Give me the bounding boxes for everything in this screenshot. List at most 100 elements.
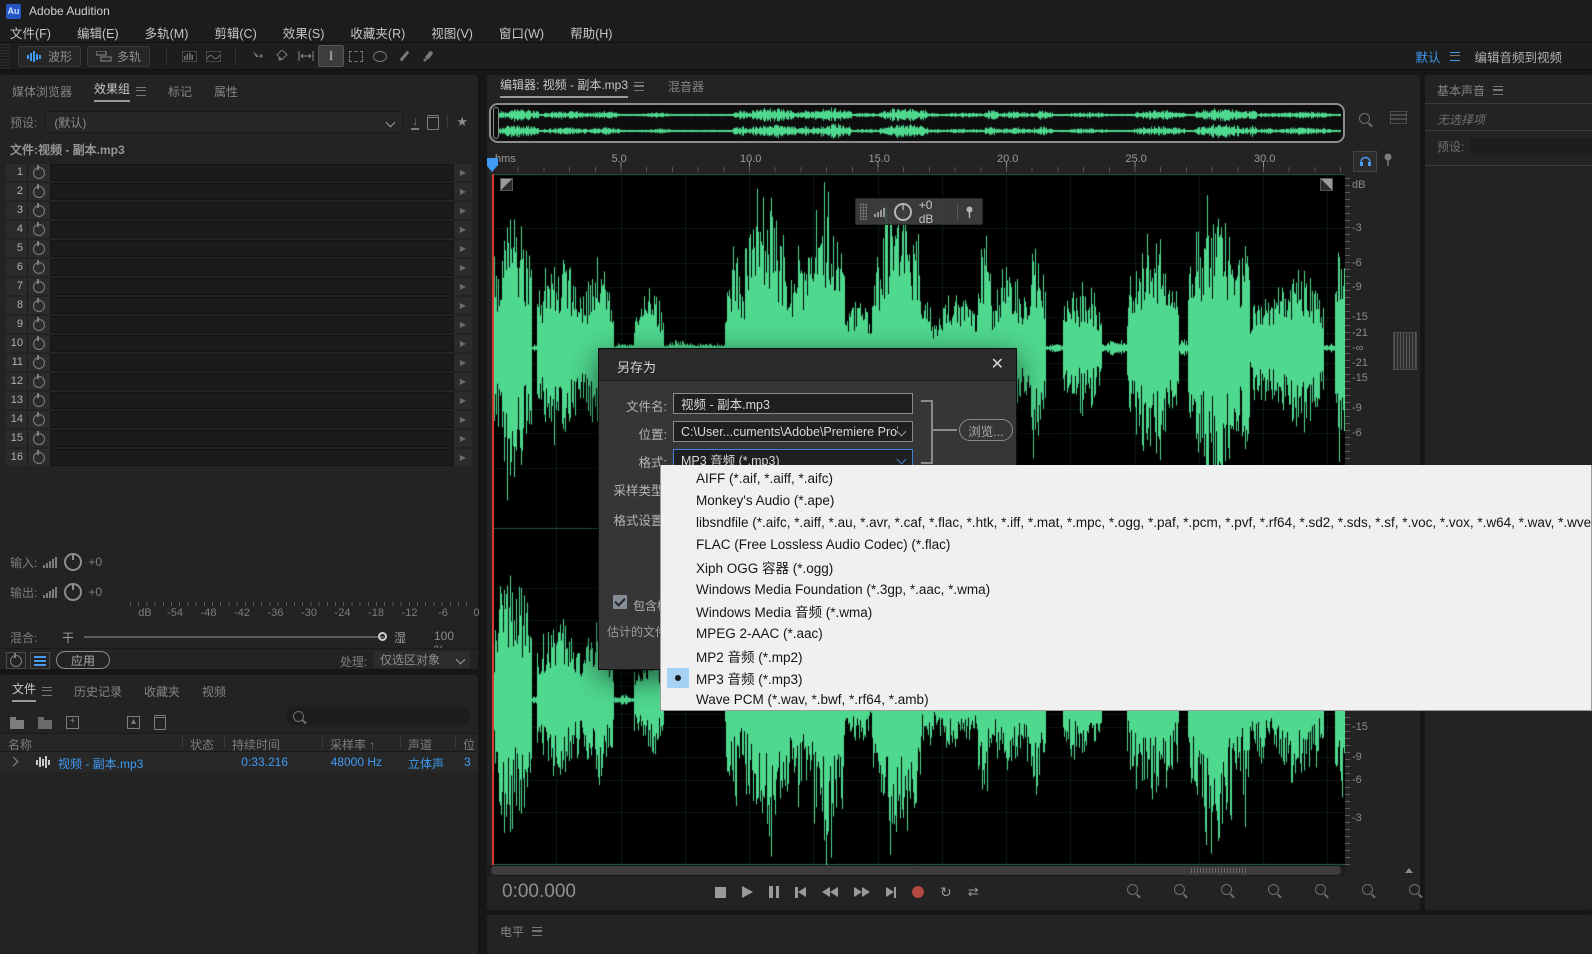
filename-input[interactable]: 视频 - 副本.mp3 bbox=[673, 393, 913, 414]
tab-files-1[interactable]: 历史记录 bbox=[74, 683, 122, 700]
multitrack-view-button[interactable]: 多轨 bbox=[87, 46, 150, 67]
effect-slot-11[interactable]: 11▶ bbox=[6, 354, 472, 371]
paintbrush-tool-icon[interactable] bbox=[392, 46, 416, 66]
zoom-in-time-button[interactable] bbox=[1221, 884, 1250, 898]
slot-arrow-icon[interactable]: ▶ bbox=[454, 430, 472, 447]
open-file-icon[interactable] bbox=[10, 720, 24, 729]
slot-arrow-icon[interactable]: ▶ bbox=[454, 221, 472, 238]
column-header-1[interactable]: 状态 bbox=[190, 736, 214, 753]
slot-arrow-icon[interactable]: ▶ bbox=[454, 183, 472, 200]
slot-power-icon[interactable] bbox=[28, 316, 51, 333]
effect-slot-5[interactable]: 5▶ bbox=[6, 240, 472, 257]
slot-bar[interactable] bbox=[51, 373, 454, 390]
panel-layout-icon[interactable] bbox=[1390, 111, 1407, 127]
zoom-to-in-point-button[interactable] bbox=[1362, 884, 1391, 898]
tab-mixer[interactable]: 混音器 bbox=[668, 78, 704, 95]
effects-menu-icon[interactable] bbox=[136, 87, 146, 96]
format-option-1[interactable]: Monkey's Audio (*.ape) bbox=[661, 489, 1591, 511]
pause-button[interactable] bbox=[769, 883, 779, 901]
slot-power-icon[interactable] bbox=[28, 221, 51, 238]
slot-power-icon[interactable] bbox=[28, 430, 51, 447]
slot-arrow-icon[interactable]: ▶ bbox=[454, 354, 472, 371]
menu-item-1[interactable]: 编辑(E) bbox=[77, 23, 119, 42]
files-search-input[interactable] bbox=[285, 707, 470, 725]
include-markers-checkbox[interactable] bbox=[613, 595, 627, 609]
tab-files-3[interactable]: 视频 bbox=[202, 683, 226, 700]
import-file-icon[interactable] bbox=[38, 720, 52, 729]
slot-power-icon[interactable] bbox=[28, 183, 51, 200]
menu-item-3[interactable]: 剪辑(C) bbox=[214, 23, 256, 42]
rack-power-button[interactable] bbox=[6, 652, 26, 669]
slot-arrow-icon[interactable]: ▶ bbox=[454, 278, 472, 295]
zoom-out-time-button[interactable] bbox=[1268, 884, 1297, 898]
slot-power-icon[interactable] bbox=[28, 202, 51, 219]
slot-arrow-icon[interactable]: ▶ bbox=[454, 297, 472, 314]
spot-healing-brush-icon[interactable] bbox=[416, 46, 440, 66]
slot-arrow-icon[interactable]: ▶ bbox=[454, 373, 472, 390]
format-option-5[interactable]: Windows Media Foundation (*.3gp, *.aac, … bbox=[661, 578, 1591, 600]
tab-effects-0[interactable]: 媒体浏览器 bbox=[12, 83, 72, 100]
tab-essential-sound[interactable]: 基本声音 bbox=[1437, 82, 1485, 99]
effect-slot-3[interactable]: 3▶ bbox=[6, 202, 472, 219]
slot-bar[interactable] bbox=[51, 297, 454, 314]
fast-forward-button[interactable] bbox=[854, 883, 870, 901]
menu-item-8[interactable]: 帮助(H) bbox=[570, 23, 612, 42]
browse-button[interactable]: 浏览... bbox=[959, 419, 1013, 441]
slot-power-icon[interactable] bbox=[28, 411, 51, 428]
levels-menu-icon[interactable] bbox=[532, 927, 542, 936]
collapse-arrow-icon[interactable] bbox=[1405, 868, 1413, 873]
column-header-3[interactable]: 采样率 ↑ bbox=[330, 736, 375, 753]
zoom-in-amplitude-button[interactable] bbox=[1127, 884, 1156, 898]
slot-bar[interactable] bbox=[51, 164, 454, 181]
slot-arrow-icon[interactable]: ▶ bbox=[454, 411, 472, 428]
format-option-6[interactable]: Windows Media 音频 (*.wma) bbox=[661, 600, 1591, 622]
effect-slot-13[interactable]: 13▶ bbox=[6, 392, 472, 409]
process-dropdown[interactable]: 仅选区对象 bbox=[374, 651, 470, 668]
slot-arrow-icon[interactable]: ▶ bbox=[454, 164, 472, 181]
favorite-icon[interactable]: ★ bbox=[456, 114, 468, 130]
slot-arrow-icon[interactable]: ▶ bbox=[454, 259, 472, 276]
effect-slot-12[interactable]: 12▶ bbox=[6, 373, 472, 390]
slot-arrow-icon[interactable]: ▶ bbox=[454, 449, 472, 466]
effect-slot-16[interactable]: 16▶ bbox=[6, 449, 472, 466]
tab-effects-3[interactable]: 属性 bbox=[214, 83, 238, 100]
slot-arrow-icon[interactable]: ▶ bbox=[454, 335, 472, 352]
slot-power-icon[interactable] bbox=[28, 278, 51, 295]
mix-slider-handle[interactable] bbox=[378, 632, 387, 641]
slot-arrow-icon[interactable]: ▶ bbox=[454, 392, 472, 409]
slot-bar[interactable] bbox=[51, 316, 454, 333]
column-header-4[interactable]: 声道 bbox=[408, 736, 432, 753]
format-option-10[interactable]: Wave PCM (*.wav, *.bwf, *.rf64, *.amb) bbox=[661, 689, 1591, 711]
zoom-out-amplitude-button[interactable] bbox=[1174, 884, 1203, 898]
slot-power-icon[interactable] bbox=[28, 297, 51, 314]
stop-button[interactable] bbox=[715, 883, 726, 901]
slot-power-icon[interactable] bbox=[28, 354, 51, 371]
apply-button[interactable]: 应用 bbox=[56, 651, 110, 669]
play-button[interactable] bbox=[742, 883, 753, 901]
delete-file-icon[interactable] bbox=[154, 715, 166, 730]
rack-io-toggle[interactable] bbox=[30, 652, 50, 669]
essential-preset-input[interactable] bbox=[1470, 138, 1592, 155]
menu-item-0[interactable]: 文件(F) bbox=[10, 23, 51, 42]
fade-out-handle[interactable] bbox=[1320, 178, 1333, 191]
editor-panel-menu-icon[interactable] bbox=[634, 82, 644, 91]
mix-slider-track[interactable] bbox=[84, 636, 384, 638]
dialog-close-button[interactable]: ✕ bbox=[991, 354, 1004, 374]
new-item-icon[interactable]: + bbox=[66, 716, 79, 729]
effect-slot-4[interactable]: 4▶ bbox=[6, 221, 472, 238]
tab-files-2[interactable]: 收藏夹 bbox=[144, 683, 180, 700]
slot-power-icon[interactable] bbox=[28, 164, 51, 181]
slot-bar[interactable] bbox=[51, 354, 454, 371]
menu-item-2[interactable]: 多轨(M) bbox=[145, 23, 189, 42]
zoom-reset-button[interactable] bbox=[1315, 884, 1344, 898]
effect-slot-6[interactable]: 6▶ bbox=[6, 259, 472, 276]
vertical-zoom-scrollbar[interactable] bbox=[1393, 332, 1417, 370]
files-menu-icon[interactable] bbox=[42, 687, 52, 696]
slot-bar[interactable] bbox=[51, 411, 454, 428]
format-option-9[interactable]: MP3 音频 (*.mp3) bbox=[661, 667, 1591, 689]
column-header-5[interactable]: 位 bbox=[463, 736, 475, 753]
playhead-line[interactable] bbox=[492, 174, 494, 865]
format-option-7[interactable]: MPEG 2-AAC (*.aac) bbox=[661, 622, 1591, 644]
skip-to-start-button[interactable] bbox=[795, 883, 806, 901]
slot-bar[interactable] bbox=[51, 202, 454, 219]
